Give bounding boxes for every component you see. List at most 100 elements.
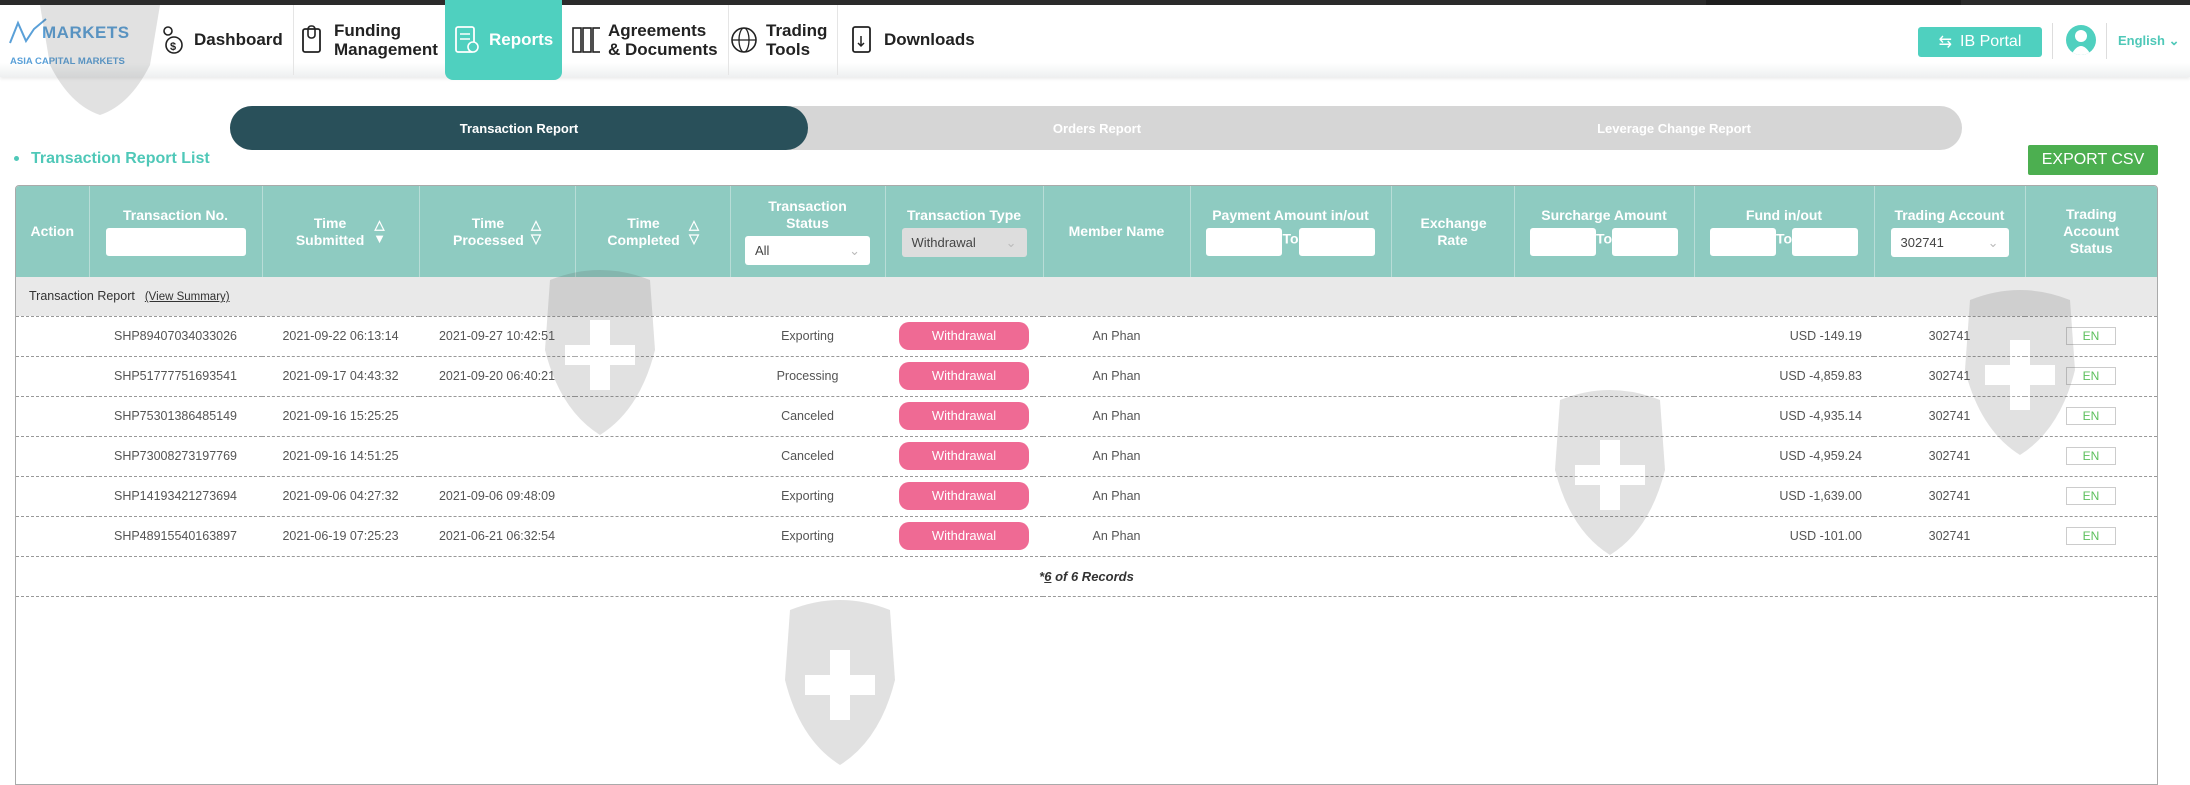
to-label: To <box>1775 230 1793 247</box>
account-status-badge: EN <box>2066 447 2116 465</box>
divider <box>2106 23 2107 59</box>
exchange-rate-cell <box>1391 476 1514 517</box>
records-row: *6 of 6 Records <box>16 556 2157 597</box>
view-summary-link[interactable]: (View Summary) <box>145 291 230 303</box>
report-icon <box>453 25 481 55</box>
status-select[interactable]: All ⌄ <box>745 236 870 265</box>
table-row[interactable]: SHP89407034033026 2021-09-22 06:13:14 2021… <box>16 316 2157 357</box>
nav-trading-tools[interactable]: Trading Tools <box>720 5 839 75</box>
chevron-down-icon: ⌄ <box>849 243 860 258</box>
payment-to-input[interactable] <box>1298 228 1375 256</box>
logo[interactable]: MARKETS ASIA CAPITAL MARKETS <box>8 18 133 73</box>
time-submitted-cell-text: 2021-06-19 07:25:23 <box>282 529 399 543</box>
fund-inout-cell: USD -1,639.00 <box>1694 476 1874 517</box>
transaction-no-cell-text: SHP73008273197769 <box>113 449 238 463</box>
time-submitted-cell: 2021-06-19 07:25:23 <box>262 516 419 557</box>
nav-agreements-documents[interactable]: Agreements & Documents <box>562 5 729 75</box>
fund-inout-cell: USD -101.00 <box>1694 516 1874 557</box>
action-cell <box>16 476 89 517</box>
time-processed-cell: 2021-09-27 10:42:51 <box>419 316 575 357</box>
col-time-submitted[interactable]: Time Submitted △ ▼ <box>262 186 420 277</box>
type-badge: Withdrawal <box>899 442 1029 470</box>
col-time-completed[interactable]: Time Completed △ ▽ <box>575 186 731 277</box>
trading-account-cell: 302741 <box>1874 516 2025 557</box>
col-transaction-no: Transaction No. <box>89 186 263 277</box>
chevron-down-icon: ⌄ <box>1005 234 1017 250</box>
surcharge-from-input[interactable] <box>1529 228 1596 256</box>
account-status-cell: EN <box>2025 316 2157 357</box>
trading-account-cell-text: 302741 <box>1928 369 1971 383</box>
status-cell-text: Exporting <box>781 489 834 503</box>
avatar[interactable] <box>2066 25 2096 55</box>
fund-to-input[interactable] <box>1792 228 1859 256</box>
group-label: Transaction Report <box>29 289 135 304</box>
table-row[interactable]: SHP14193421273694 2021-09-06 04:27:32 2021… <box>16 476 2157 517</box>
nav-funding-management[interactable]: Funding Management <box>288 5 449 75</box>
language-selector[interactable]: English ⌄ <box>2118 33 2179 49</box>
status-cell: Exporting <box>730 516 885 557</box>
payment-amount-cell <box>1190 396 1391 437</box>
time-completed-cell <box>575 516 730 557</box>
time-completed-cell <box>575 476 730 517</box>
fund-inout-cell: USD -4,935.14 <box>1694 396 1874 437</box>
transaction-no-cell: SHP75301386485149 <box>89 396 262 437</box>
nav-reports[interactable]: Reports <box>445 0 562 80</box>
col-time-processed[interactable]: Time Processed△ ▽ <box>419 186 576 277</box>
transaction-no-cell: SHP73008273197769 <box>89 436 262 477</box>
chevron-down-icon: ⌄ <box>1987 234 1999 250</box>
ib-portal-button[interactable]: ⇆ IB Portal <box>1918 27 2042 57</box>
status-cell: Exporting <box>730 476 885 517</box>
type-value: Withdrawal <box>911 234 976 250</box>
type-select[interactable]: Withdrawal ⌄ <box>901 227 1027 257</box>
time-submitted-cell: 2021-09-16 14:51:25 <box>262 436 419 477</box>
logo-subtext: ASIA CAPITAL MARKETS <box>10 56 125 67</box>
fund-inout-cell-text: USD -1,639.00 <box>1779 489 1862 503</box>
nav-downloads[interactable]: Downloads <box>838 5 985 75</box>
fund-from-input[interactable] <box>1709 228 1776 256</box>
nav-dashboard[interactable]: $ Dashboard <box>148 5 294 75</box>
payment-from-input[interactable] <box>1206 228 1283 256</box>
table-row[interactable]: SHP75301386485149 2021-09-16 15:25:25 Canc… <box>16 396 2157 437</box>
col-label: Transaction No. <box>122 207 229 223</box>
surcharge-cell <box>1514 316 1694 357</box>
sort-icon[interactable]: △ ▽ <box>689 217 699 246</box>
account-status-badge: EN <box>2066 487 2116 505</box>
table-row[interactable]: SHP51777751693541 2021-09-17 04:43:32 2021… <box>16 356 2157 397</box>
trading-account-select[interactable]: 302741 ⌄ <box>1890 227 2009 257</box>
table-row[interactable]: SHP73008273197769 2021-09-16 14:51:25 Canc… <box>16 436 2157 477</box>
time-processed-cell: 2021-09-20 06:40:21 <box>419 356 575 397</box>
ib-portal-label: IB Portal <box>1960 33 2022 50</box>
col-label: Transaction Type <box>906 206 1022 223</box>
sort-desc-icon[interactable]: △ ▼ <box>373 217 386 246</box>
account-status-cell: EN <box>2025 396 2157 437</box>
member-name-cell-text: An Phan <box>1092 369 1141 383</box>
svg-text:$: $ <box>170 41 176 53</box>
tab-leverage-change-report[interactable]: Leverage Change Report <box>1386 106 1962 150</box>
export-csv-button[interactable]: EXPORT CSV <box>2028 145 2158 175</box>
transaction-no-cell-text: SHP51777751693541 <box>113 369 238 383</box>
table-row[interactable]: SHP48915540163897 2021-06-19 07:25:23 2021… <box>16 516 2157 557</box>
clipboard-icon <box>298 25 326 55</box>
type-badge: Withdrawal <box>899 522 1029 550</box>
transaction-no-cell: SHP89407034033026 <box>89 316 262 357</box>
col-label: Time Processed <box>453 214 524 248</box>
transaction-no-input[interactable] <box>105 228 246 256</box>
nav-label: Funding Management <box>334 21 438 59</box>
transaction-no-cell: SHP14193421273694 <box>89 476 262 517</box>
tab-orders-report[interactable]: Orders Report <box>808 106 1386 150</box>
trading-account-cell: 302741 <box>1874 476 2025 517</box>
time-submitted-cell: 2021-09-22 06:13:14 <box>262 316 419 357</box>
col-member-name: Member Name <box>1043 186 1191 277</box>
surcharge-to-input[interactable] <box>1612 228 1679 256</box>
member-name-cell: An Phan <box>1043 476 1190 517</box>
time-processed-cell-text: 2021-09-20 06:40:21 <box>438 369 556 383</box>
tab-transaction-report[interactable]: Transaction Report <box>230 106 808 150</box>
sort-icon[interactable]: △ ▽ <box>531 217 541 246</box>
surcharge-cell <box>1514 476 1694 517</box>
fund-inout-cell: USD -4,859.83 <box>1694 356 1874 397</box>
col-label: Time Completed <box>607 214 680 248</box>
member-name-cell: An Phan <box>1043 396 1190 437</box>
member-name-cell: An Phan <box>1043 316 1190 357</box>
status-cell-text: Canceled <box>781 449 834 463</box>
time-processed-cell <box>419 396 575 437</box>
